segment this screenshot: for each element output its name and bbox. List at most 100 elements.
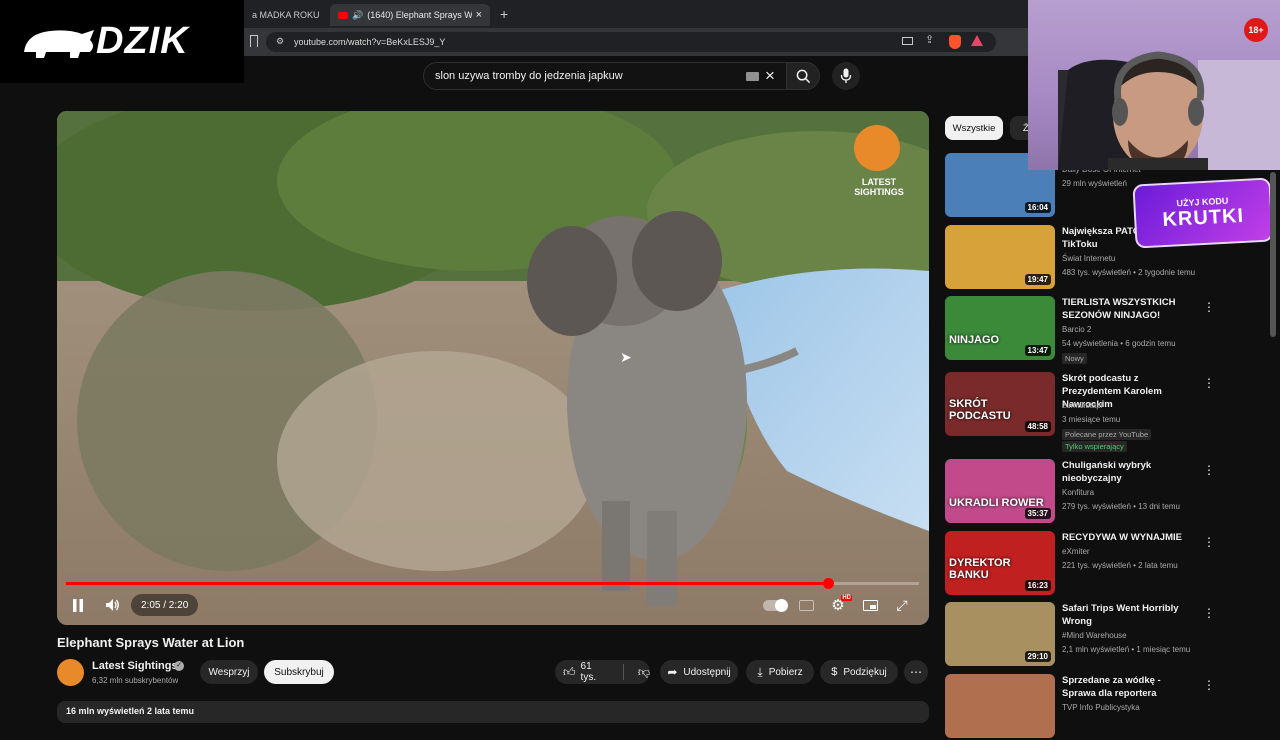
keyboard-icon[interactable] <box>746 72 759 81</box>
recommendation-badge: Polecane przez YouTube <box>1062 429 1152 440</box>
audio-icon: 🔊 <box>352 9 364 20</box>
hd-badge: HD <box>841 595 852 601</box>
recommendation-channel[interactable]: zurnalistapl <box>1062 401 1102 410</box>
video-thumbnail[interactable]: DYREKTOR BANKU 16:23 <box>945 531 1055 595</box>
thumbs-down-icon: 👎︎ <box>637 664 650 679</box>
autoplay-toggle[interactable] <box>762 595 788 615</box>
more-vertical-icon[interactable]: ⋮ <box>1203 535 1215 549</box>
thanks-button[interactable]: $ Podziękuj <box>820 660 898 684</box>
browser-tab-active[interactable]: 🔊 (1640) Elephant Sprays Water × <box>330 4 490 26</box>
recommendation-meta: 221 tys. wyświetleń • 2 lata temu <box>1062 561 1178 570</box>
support-button[interactable]: Wesprzyj <box>200 660 258 684</box>
microphone-icon <box>840 68 852 83</box>
settings-button[interactable]: ⚙ HD <box>827 595 852 615</box>
recommendation-channel[interactable]: Konfitura <box>1062 488 1094 497</box>
progress-bar[interactable] <box>66 578 919 589</box>
tab-label: (1640) Elephant Sprays Water <box>367 10 472 20</box>
recommendation-channel[interactable]: eXmiter <box>1062 547 1090 556</box>
search-input[interactable]: slon uzywa tromby do jedzenia japkuw × <box>423 62 788 90</box>
more-vertical-icon[interactable]: ⋮ <box>1203 463 1215 477</box>
subscribe-label: Subskrybuj <box>274 666 324 678</box>
recommendation-title[interactable]: TIERLISTA WSZYSTKICH SEZONÓW NINJAGO! <box>1062 296 1192 322</box>
channel-name[interactable]: Latest Sightings <box>92 660 178 672</box>
duration-badge: 13:47 <box>1024 345 1051 356</box>
recommendation-channel[interactable]: #Mind Warehouse <box>1062 631 1127 640</box>
bookmark-icon[interactable] <box>250 35 258 47</box>
recommendation-channel[interactable]: Barcio 2 <box>1062 325 1091 334</box>
recommendation-item[interactable]: SKRÓT PODCASTU 48:58 Skrót podcastu z Prez… <box>945 372 1220 452</box>
more-actions-button[interactable]: ⋯ <box>904 660 928 684</box>
more-vertical-icon[interactable]: ⋮ <box>1203 300 1215 314</box>
more-vertical-icon[interactable]: ⋮ <box>1203 376 1215 390</box>
search-query-text: slon uzywa tromby do jedzenia japkuw <box>435 70 623 82</box>
url-field[interactable]: ⚙ youtube.com/watch?v=BeKxLESJ9_Y <box>266 32 996 52</box>
search-button[interactable] <box>786 62 820 90</box>
recommendation-item[interactable]: 29:10 Safari Trips Went Horribly Wrong #Mi… <box>945 602 1220 668</box>
recommendation-title[interactable]: RECYDYWA W WYNAJMIE <box>1062 531 1192 544</box>
tab-close-icon[interactable]: × <box>476 9 482 21</box>
autoplay-toggle-track <box>763 598 788 612</box>
video-frame <box>57 111 929 625</box>
recommendation-title[interactable]: Chuligański wybryk nieobyczajny <box>1062 459 1192 485</box>
video-title: Elephant Sprays Water at Lion <box>57 635 245 650</box>
video-thumbnail[interactable]: 29:10 <box>945 602 1055 666</box>
video-thumbnail[interactable]: 19:47 <box>945 225 1055 289</box>
stream-logo-overlay: DZIK <box>0 0 244 83</box>
thumbnail-text: SKRÓT PODCASTU <box>949 398 1011 422</box>
sidebar-scrollbar[interactable] <box>1270 172 1276 337</box>
video-thumbnail[interactable]: SKRÓT PODCASTU 48:58 <box>945 372 1055 436</box>
more-vertical-icon[interactable]: ⋮ <box>1203 678 1215 692</box>
miniplayer-icon <box>862 599 878 611</box>
dislike-button[interactable]: 👎︎ <box>638 665 650 680</box>
recommendation-badge: Nowy <box>1062 353 1087 364</box>
progress-fill <box>66 582 828 585</box>
webcam-overlay: 18+ <box>1028 0 1280 170</box>
browser-tab-inactive[interactable]: a MADKA ROKU - You <box>244 4 322 26</box>
brave-shield-icon[interactable] <box>949 35 961 49</box>
fullscreen-button[interactable]: ⤢ <box>891 595 913 615</box>
progress-scrubber[interactable] <box>822 578 834 589</box>
chip-all[interactable]: Wszystkie <box>945 116 1003 140</box>
miniplayer-button[interactable] <box>859 595 881 615</box>
cast-icon[interactable] <box>902 37 913 45</box>
video-player[interactable]: LATEST SIGHTINGS ➤ 2:05 / 2:20 ⚙ HD ⤢ <box>57 111 929 625</box>
share-page-icon[interactable]: ⇪ <box>925 33 934 46</box>
recommendation-item[interactable]: Sprzedane za wódkę - Sprawa dla reporter… <box>945 674 1220 740</box>
support-label: Wesprzyj <box>208 666 250 678</box>
duration-badge: 29:10 <box>1024 651 1051 662</box>
channel-watermark-text: LATEST SIGHTINGS <box>854 177 904 197</box>
recommendation-title[interactable]: Sprzedane za wódkę - Sprawa dla reporter… <box>1062 674 1192 700</box>
members-only-badge: Tylko wspierający <box>1062 441 1127 452</box>
site-info-icon[interactable]: ⚙ <box>276 36 284 47</box>
recommendation-title[interactable]: Safari Trips Went Horribly Wrong <box>1062 602 1192 628</box>
download-button[interactable]: ⤓ Pobierz <box>746 660 814 684</box>
recommendation-channel[interactable]: Świat Internetu <box>1062 254 1115 263</box>
volume-button[interactable] <box>99 593 125 617</box>
channel-watermark-icon <box>854 125 900 171</box>
channel-avatar[interactable] <box>57 659 84 686</box>
video-thumbnail[interactable]: NINJAGO 13:47 <box>945 296 1055 360</box>
video-thumbnail[interactable] <box>945 674 1055 738</box>
clear-search-icon[interactable]: × <box>765 66 775 86</box>
duration-badge: 48:58 <box>1024 421 1051 432</box>
recommendation-item[interactable]: NINJAGO 13:47 TIERLISTA WSZYSTKICH SEZONÓW… <box>945 296 1220 364</box>
recommendation-meta: 279 tys. wyświetleń • 13 dni temu <box>1062 502 1180 511</box>
subtitles-button[interactable] <box>795 595 817 615</box>
recommendation-item[interactable]: DYREKTOR BANKU 16:23 RECYDYWA W WYNAJMIE eX… <box>945 531 1220 597</box>
pause-button[interactable] <box>63 593 93 617</box>
video-thumbnail[interactable]: UKRADLI ROWER 35:37 <box>945 459 1055 523</box>
brave-rewards-icon[interactable] <box>971 35 983 46</box>
like-button[interactable]: 👍︎ 61 tys. <box>563 661 609 683</box>
search-icon <box>796 69 810 83</box>
subscribe-button[interactable]: Subskrybuj <box>264 660 334 684</box>
recommendation-item[interactable]: UKRADLI ROWER 35:37 Chuligański wybryk nie… <box>945 459 1220 525</box>
verified-icon: ✓ <box>174 661 184 671</box>
age-rating-badge: 18+ <box>1244 18 1268 42</box>
more-vertical-icon[interactable]: ⋮ <box>1203 606 1215 620</box>
share-button[interactable]: ➦ Udostępnij <box>660 660 738 684</box>
subtitles-icon <box>798 599 814 611</box>
recommendation-channel[interactable]: TVP Info Publicystyka <box>1062 703 1140 712</box>
new-tab-icon[interactable]: + <box>500 6 508 22</box>
recommendation-meta: 29 mln wyświetleń <box>1062 179 1127 188</box>
voice-search-button[interactable] <box>832 62 860 90</box>
